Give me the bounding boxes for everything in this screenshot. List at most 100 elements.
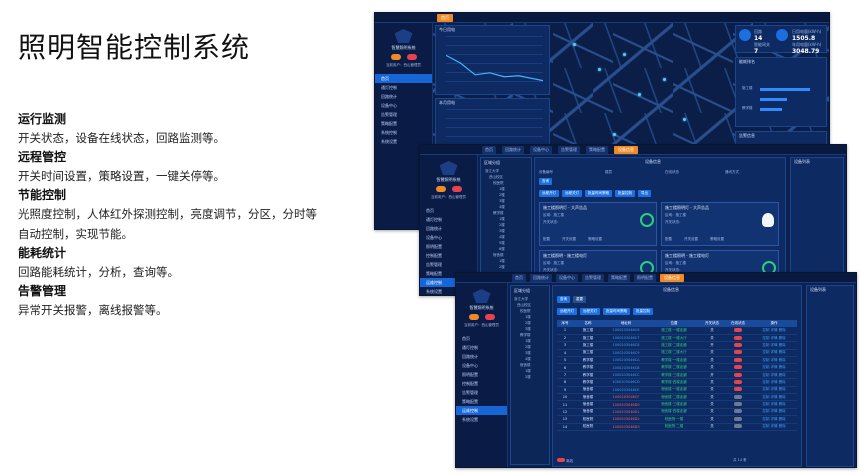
- sidebar-item-alarm[interactable]: 告警管理: [456, 388, 507, 397]
- sidebar-item-alarm[interactable]: 告警管理: [420, 260, 477, 269]
- sidebar-item-light[interactable]: 通灯控制: [420, 215, 477, 224]
- tab[interactable]: 策略配置: [608, 274, 630, 282]
- sidebar-item-loop[interactable]: 回路统计: [456, 352, 507, 361]
- status-badge[interactable]: [468, 314, 479, 320]
- row-actions[interactable]: 控制 详情 删除: [751, 393, 797, 402]
- tab[interactable]: 回路统计: [502, 146, 524, 154]
- table-row[interactable]: 14 校医院 1000203046D3 校医院·二楼关 控制 详情 删除: [557, 423, 797, 431]
- status-badge[interactable]: [451, 186, 462, 192]
- batch-control-button[interactable]: 批量控制: [615, 190, 635, 197]
- online-toggle[interactable]: [734, 387, 742, 392]
- tab[interactable]: 告警管理: [558, 146, 580, 154]
- table-row[interactable]: 10 宿舍楼 1000203046CF 宿舍楼·二楼走廊关 控制 详情 删除: [557, 393, 797, 402]
- tree-node[interactable]: 2楼: [481, 264, 531, 270]
- sidebar-item-alarm[interactable]: 告警管理: [375, 110, 432, 119]
- export-button[interactable]: 导出: [638, 190, 651, 197]
- sidebar-item-light-config[interactable]: 照明配置: [420, 242, 477, 251]
- table-row[interactable]: 7 教学楼 1000203046CC 教学楼·三楼走廊开 控制 详情 删除: [557, 371, 797, 380]
- row-actions[interactable]: 控制 详情 删除: [751, 349, 797, 358]
- map-marker[interactable]: [598, 68, 601, 71]
- online-toggle[interactable]: [734, 394, 742, 399]
- tab[interactable]: 策略配置: [586, 146, 608, 154]
- sidebar-item-device[interactable]: 设备中心: [375, 101, 432, 110]
- sidebar-item-loop[interactable]: 回路统计: [375, 92, 432, 101]
- active-tab[interactable]: 设备信息: [614, 146, 638, 154]
- remote-off-button[interactable]: 远程关灯: [580, 308, 600, 315]
- sidebar-item-light-config[interactable]: 照明配置: [456, 370, 507, 379]
- tab[interactable]: 照明配置: [634, 274, 656, 282]
- online-toggle[interactable]: [734, 342, 742, 347]
- row-actions[interactable]: 控制 详情 删除: [751, 334, 797, 343]
- online-toggle[interactable]: [734, 424, 742, 429]
- map-marker[interactable]: [683, 118, 686, 121]
- row-actions[interactable]: 控制 详情 删除: [751, 356, 797, 365]
- home-tab[interactable]: 首页: [437, 14, 453, 22]
- device-card[interactable]: 施工楼照明灯 - 大声告品 区域：施工楼 开关状态： 配置 开关设置 策略设置: [661, 202, 779, 246]
- table-row[interactable]: 6 教学楼 1000203046CB 教学楼·二楼走廊关 控制 详情 删除: [557, 363, 797, 372]
- sidebar-item-strategy[interactable]: 策略配置: [375, 119, 432, 128]
- sidebar-item-ops[interactable]: 运维控制: [456, 406, 507, 415]
- table-row[interactable]: 11 宿舍楼 1000203046D0 宿舍楼·三楼走廊关 控制 详情 删除: [557, 400, 797, 409]
- sidebar-item-control-config[interactable]: 控制配置: [456, 379, 507, 388]
- online-toggle[interactable]: [734, 379, 742, 384]
- sidebar-item-settings[interactable]: 系统设置: [456, 415, 507, 424]
- online-toggle[interactable]: [734, 409, 742, 414]
- online-toggle[interactable]: [734, 365, 742, 370]
- table-row[interactable]: 13 校医院 1000203046D2 校医院·一楼关 控制 详情 删除: [557, 415, 797, 424]
- sidebar-item-device[interactable]: 设备中心: [420, 233, 477, 242]
- map-marker[interactable]: [573, 43, 576, 46]
- map-marker[interactable]: [613, 133, 616, 136]
- table-row[interactable]: 9 宿舍楼 1000203046CE 宿舍楼·一楼走廊关 控制 详情 删除: [557, 386, 797, 395]
- row-actions[interactable]: 控制 详情 删除: [751, 341, 797, 350]
- row-actions[interactable]: 控制 详情 删除: [751, 327, 797, 335]
- online-toggle[interactable]: [734, 357, 742, 362]
- row-actions[interactable]: 控制 详情 删除: [751, 386, 797, 395]
- sidebar-item-light[interactable]: 通灯控制: [375, 83, 432, 92]
- active-tab[interactable]: 设备信息: [660, 274, 684, 282]
- map-marker[interactable]: [638, 93, 641, 96]
- power-icon[interactable]: [640, 213, 654, 227]
- row-actions[interactable]: 控制 详情 删除: [751, 423, 797, 431]
- search-button[interactable]: 查询: [557, 296, 570, 303]
- sidebar-item-home[interactable]: 首页: [375, 74, 432, 83]
- table-row[interactable]: 4 施工楼 1000203046C9 施工楼·二楼大厅关 控制 详情 删除: [557, 349, 797, 358]
- device-card[interactable]: 施工楼照明灯 - 大声告品 区域：施工楼 开关状态： 配置 开关设置 策略设置: [539, 202, 657, 246]
- online-toggle[interactable]: [734, 402, 742, 407]
- sidebar-item-loop[interactable]: 回路统计: [420, 224, 477, 233]
- online-toggle[interactable]: [734, 372, 742, 377]
- row-actions[interactable]: 控制 详情 删除: [751, 400, 797, 409]
- tab[interactable]: 设备中心: [556, 274, 578, 282]
- search-button[interactable]: 查询: [539, 178, 552, 185]
- batch-time-strategy-button[interactable]: 批量时间策略: [585, 190, 612, 197]
- batch-control-button[interactable]: 批量控制: [633, 308, 653, 315]
- row-actions[interactable]: 控制 详情 删除: [751, 378, 797, 387]
- remote-off-button[interactable]: 远程关灯: [562, 190, 582, 197]
- tab[interactable]: 首页: [512, 274, 526, 282]
- row-actions[interactable]: 控制 详情 删除: [751, 408, 797, 417]
- sidebar-item-strategy[interactable]: 策略配置: [456, 397, 507, 406]
- sidebar-item-control[interactable]: 系统控制: [375, 128, 432, 137]
- row-actions[interactable]: 控制 详情 删除: [751, 363, 797, 372]
- tab[interactable]: 回路统计: [530, 274, 552, 282]
- table-row[interactable]: 2 施工楼 1000203046C7 施工楼·一楼大厅关 控制 详情 删除: [557, 334, 797, 343]
- sidebar-item-control-config[interactable]: 控制配置: [420, 251, 477, 260]
- remote-on-button[interactable]: 远程开灯: [539, 190, 559, 197]
- tab[interactable]: 告警管理: [582, 274, 604, 282]
- online-toggle[interactable]: [734, 416, 742, 421]
- sidebar-item-device[interactable]: 设备中心: [456, 361, 507, 370]
- row-actions[interactable]: 控制 详情 删除: [751, 415, 797, 424]
- status-badge[interactable]: [435, 186, 446, 192]
- table-row[interactable]: 5 教学楼 1000203046CA 教学楼·一楼走廊关 控制 详情 删除: [557, 356, 797, 365]
- table-row[interactable]: 3 施工楼 1000203046C8 施工楼·二楼走廊开 控制 详情 删除: [557, 341, 797, 350]
- status-badge[interactable]: [390, 54, 401, 60]
- batch-time-strategy-button[interactable]: 批量时间策略: [603, 308, 630, 315]
- tab[interactable]: 设备中心: [530, 146, 552, 154]
- sidebar-item-home[interactable]: 首页: [456, 334, 507, 343]
- table-row[interactable]: 8 教学楼 1000203046CD 教学楼·四楼走廊关 控制 详情 删除: [557, 378, 797, 387]
- online-toggle[interactable]: [734, 335, 742, 340]
- map-marker[interactable]: [663, 78, 666, 81]
- tree-node[interactable]: 2楼: [511, 374, 549, 380]
- sidebar-item-light[interactable]: 通灯控制: [456, 343, 507, 352]
- online-toggle[interactable]: [734, 350, 742, 355]
- table-row[interactable]: 1 施工楼 1000203046C6 施工楼·一楼走廊关 控制 详情 删除: [557, 327, 797, 335]
